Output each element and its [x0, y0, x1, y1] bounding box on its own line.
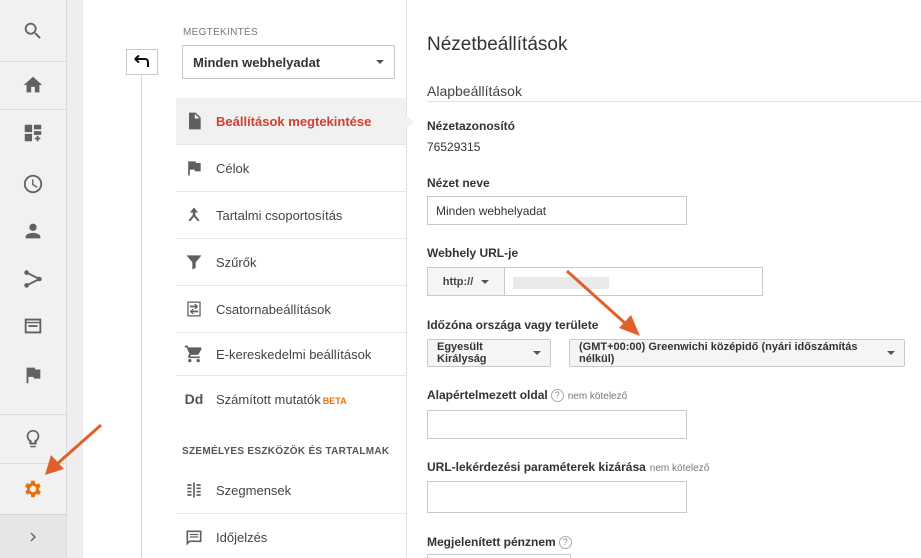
- chevron-down-icon: [481, 279, 490, 284]
- home-icon: [23, 76, 43, 93]
- clock-icon: [23, 174, 43, 194]
- lightbulb-icon: [26, 429, 40, 448]
- website-url-label: Webhely URL-je: [427, 246, 519, 260]
- default-page-label: Alapértelmezett oldal? nem kötelező: [427, 388, 628, 402]
- optional-note: nem kötelező: [649, 463, 710, 474]
- view-select-value: Minden webhelyadat: [193, 54, 321, 70]
- currency-label: Megjelenített pénznem?: [427, 535, 572, 549]
- grouping-icon: [176, 205, 212, 225]
- nav-item-view-settings[interactable]: Beállítások megtekintése: [176, 98, 414, 145]
- nav-item-calculated-metrics[interactable]: Dd Számított mutatók BETA: [176, 376, 406, 422]
- left-rail: [0, 0, 67, 558]
- annotation-icon: [176, 528, 212, 548]
- flag-icon: [26, 367, 41, 384]
- view-id-label: Nézetazonosító: [427, 119, 516, 133]
- help-icon[interactable]: ?: [550, 389, 564, 402]
- view-caption: MEGTEKINTÉS: [183, 27, 258, 38]
- timezone-select[interactable]: (GMT+00:00) Greenwichi középidő (nyári i…: [569, 339, 905, 367]
- rail-admin-button[interactable]: [0, 465, 66, 513]
- protocol-select[interactable]: http://: [427, 267, 505, 296]
- channel-settings-icon: [176, 299, 212, 319]
- nav-item-ecommerce-settings[interactable]: E-kereskedelmi beállítások: [176, 333, 406, 376]
- default-page-input[interactable]: [427, 410, 687, 439]
- optional-note: nem kötelező: [567, 391, 628, 402]
- nav-item-content-grouping[interactable]: Tartalmi csoportosítás: [176, 192, 406, 239]
- timezone-label: Időzóna országa vagy területe: [427, 318, 599, 332]
- cart-icon: [176, 344, 212, 364]
- dashboard-add-icon: [24, 124, 42, 142]
- view-name-input[interactable]: Minden webhelyadat: [427, 196, 687, 225]
- chevron-down-icon: [887, 351, 895, 355]
- rail-acquisition-button[interactable]: [0, 255, 66, 303]
- main-panel: Nézetbeállítások Alapbeállítások Nézetaz…: [408, 0, 921, 558]
- exclude-params-label: URL-lekérdezési paraméterek kizárása nem …: [427, 460, 710, 474]
- currency-select[interactable]: [427, 554, 571, 558]
- rail-conversions-button[interactable]: [0, 351, 66, 399]
- section-subtitle: Alapbeállítások: [427, 83, 522, 99]
- view-select[interactable]: Minden webhelyadat: [182, 45, 395, 79]
- browser-window-icon: [24, 318, 42, 334]
- rail-audience-button[interactable]: [0, 207, 66, 255]
- website-url-input[interactable]: [504, 267, 763, 296]
- rail-search-button[interactable]: [0, 7, 66, 55]
- nav-item-segments[interactable]: Szegmensek: [176, 467, 406, 514]
- help-icon[interactable]: ?: [558, 536, 572, 549]
- rail-discover-button[interactable]: [0, 415, 66, 463]
- person-icon: [25, 223, 41, 239]
- nav-item-filters[interactable]: Szűrők: [176, 239, 406, 286]
- view-nav-column: MEGTEKINTÉS Minden webhelyadat Beállítás…: [83, 0, 414, 558]
- flag-icon: [176, 158, 212, 178]
- rail-expand-button[interactable]: [0, 514, 66, 558]
- back-arrow-icon: [134, 55, 149, 67]
- nav-item-goals[interactable]: Célok: [176, 145, 406, 192]
- rail-behavior-button[interactable]: [0, 302, 66, 350]
- back-button[interactable]: [126, 49, 158, 75]
- nav-item-annotations[interactable]: Időjelzés: [176, 514, 406, 558]
- gear-icon: [25, 480, 41, 498]
- view-name-label: Nézet neve: [427, 176, 490, 190]
- filter-icon: [176, 252, 212, 272]
- section-title-personal-tools: SZEMÉLYES ESZKÖZÖK ÉS TARTALMAK: [182, 446, 390, 457]
- rail-home-button[interactable]: [0, 61, 66, 109]
- column-gap: [67, 0, 83, 558]
- share-flow-icon: [24, 270, 42, 288]
- view-id-value: 76529315: [427, 140, 481, 154]
- exclude-params-textarea[interactable]: [427, 481, 687, 513]
- country-select[interactable]: Egyesült Királyság: [427, 339, 551, 367]
- nav-item-channel-settings[interactable]: Csatornabeállítások: [176, 286, 406, 333]
- chevron-right-icon: [30, 532, 36, 541]
- page-title: Nézetbeállítások: [427, 34, 568, 55]
- chevron-down-icon: [533, 351, 541, 355]
- segments-icon: [176, 480, 212, 500]
- dd-icon: Dd: [184, 391, 204, 407]
- beta-badge: BETA: [322, 395, 347, 406]
- document-icon: [176, 111, 212, 131]
- search-icon: [24, 22, 41, 39]
- rail-realtime-button[interactable]: [0, 160, 66, 208]
- rail-dashboards-button[interactable]: [0, 109, 66, 157]
- chevron-down-icon: [376, 60, 384, 64]
